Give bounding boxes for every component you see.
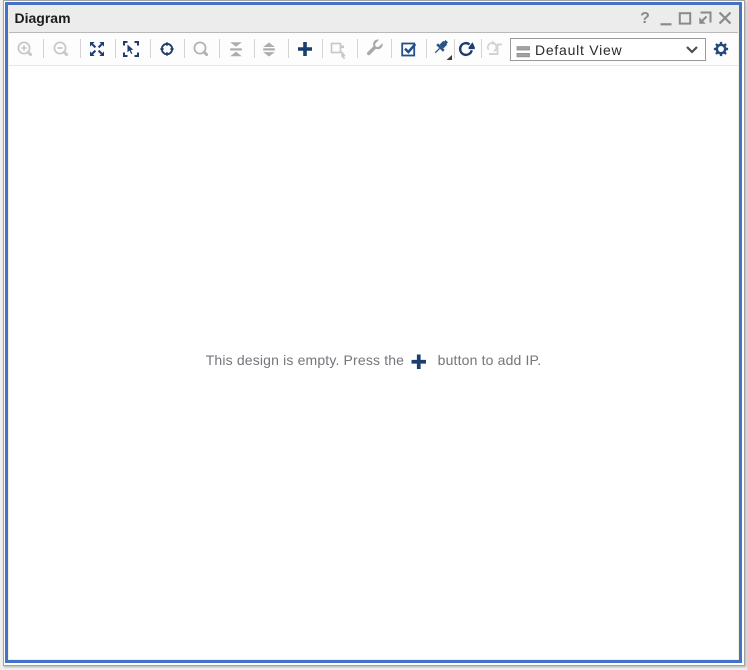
svg-text:?: ?	[640, 10, 650, 27]
